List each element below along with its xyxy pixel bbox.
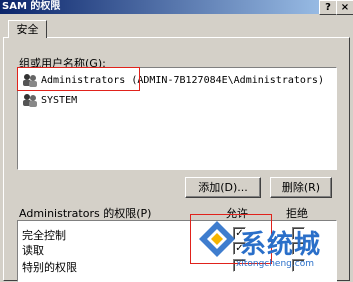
tab-security[interactable]: 安全 [8, 20, 47, 38]
user-group-icon [23, 74, 37, 87]
window-title: SAM 的权限 [2, 1, 61, 12]
user-detail: (ADMIN-7B127084E\Administrators) [125, 75, 324, 86]
permissions-header: Administrators 的权限(P) [19, 207, 152, 220]
list-item-administrators[interactable]: Administrators (ADMIN-7B127084E\Administ… [22, 73, 324, 89]
watermark-logo-icon [199, 221, 235, 257]
user-group-icon [23, 94, 37, 107]
watermark-text: 系统城 [240, 230, 322, 260]
close-button[interactable]: × [336, 0, 353, 15]
remove-button[interactable]: 删除(R) [270, 177, 332, 198]
list-item-system[interactable]: SYSTEM [22, 93, 77, 109]
window-titlebar: SAM 的权限 ? × [0, 0, 353, 15]
users-listbox[interactable]: Administrators (ADMIN-7B127084E\Administ… [17, 67, 337, 170]
add-button[interactable]: 添加(D)... [185, 177, 261, 198]
help-button[interactable]: ? [319, 0, 337, 15]
deny-column-header: 拒绝 [286, 207, 308, 220]
watermark-url: xitongcheng.com [236, 259, 314, 269]
perm-row-read: 读取 [22, 244, 44, 257]
perm-row-special: 特别的权限 [22, 261, 77, 274]
user-name: Administrators [41, 75, 126, 86]
user-name: SYSTEM [41, 95, 78, 106]
perm-row-full-control: 完全控制 [22, 229, 66, 242]
